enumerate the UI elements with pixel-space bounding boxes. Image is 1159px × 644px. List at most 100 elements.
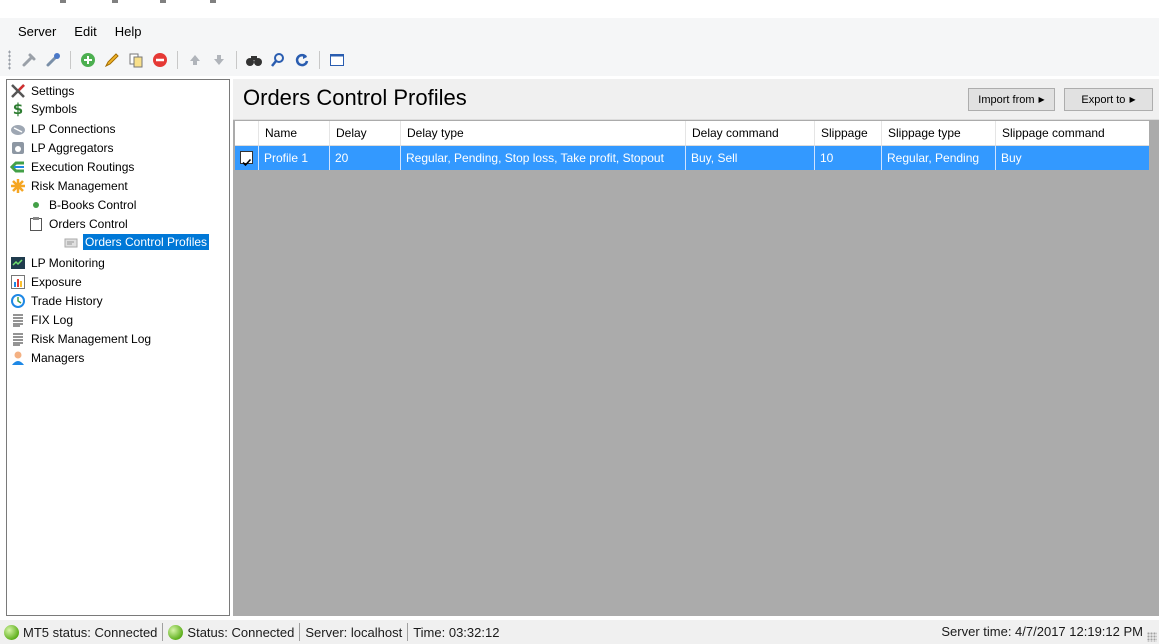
tree-label: Risk Management Log <box>31 332 152 346</box>
menu-help[interactable]: Help <box>115 24 142 39</box>
cell-slippage-type[interactable]: Regular, Pending <box>882 146 996 170</box>
settings-icon <box>10 83 26 99</box>
clipboard-icon <box>28 216 44 232</box>
search-icon[interactable] <box>268 50 288 70</box>
move-down-icon[interactable] <box>209 50 229 70</box>
tree-item-lp-aggregators[interactable]: LP Aggregators <box>10 139 116 157</box>
connection-status: Status: Connected <box>187 624 295 640</box>
cell-delay-command[interactable]: Buy, Sell <box>686 146 815 170</box>
tree-label: Settings <box>31 84 75 98</box>
import-from-label: Import from <box>978 93 1035 106</box>
tree-label: Managers <box>31 351 85 365</box>
copy-icon[interactable] <box>126 50 146 70</box>
tree-item-risk-management[interactable]: Risk Management <box>10 177 130 195</box>
menu-bar: Server Edit Help <box>0 18 1159 44</box>
tree-label: LP Monitoring <box>31 256 105 270</box>
menu-edit[interactable]: Edit <box>74 24 96 39</box>
cell-name[interactable]: Profile 1 <box>259 146 330 170</box>
tree-item-lp-connections[interactable]: LP Connections <box>10 120 118 138</box>
resize-grip[interactable] <box>1147 632 1157 642</box>
cell-delay-type[interactable]: Regular, Pending, Stop loss, Take profit… <box>401 146 686 170</box>
window-icon[interactable] <box>327 50 347 70</box>
status-separator <box>162 623 164 641</box>
profiles-grid[interactable]: Name Delay Delay type Delay command Slip… <box>235 121 1149 170</box>
tree-item-lp-monitoring[interactable]: LP Monitoring <box>10 254 107 272</box>
cell-slippage-command[interactable]: Buy <box>996 146 1149 170</box>
tree-item-orders-control-profiles[interactable]: Orders Control Profiles <box>64 233 210 251</box>
panel-header: Orders Control Profiles Import from ▶ Exp… <box>233 79 1159 120</box>
connect-icon[interactable] <box>19 50 39 70</box>
export-to-button[interactable]: Export to ▶ <box>1064 88 1153 111</box>
tree-item-orders-control[interactable]: Orders Control <box>28 215 130 233</box>
risk-icon <box>10 178 26 194</box>
tree-label: Risk Management <box>31 179 128 193</box>
export-to-label: Export to <box>1081 93 1126 106</box>
chart-icon <box>10 274 26 290</box>
tree-item-execution-routings[interactable]: Execution Routings <box>10 158 136 176</box>
add-icon[interactable] <box>78 50 98 70</box>
profile-icon <box>64 234 80 250</box>
connection-status-led-icon <box>168 624 184 640</box>
tree-item-settings[interactable]: Settings <box>10 82 76 100</box>
import-from-button[interactable]: Import from ▶ <box>968 88 1055 111</box>
column-header-slippage[interactable]: Slippage <box>815 121 882 145</box>
routing-icon <box>10 159 26 175</box>
delete-icon[interactable] <box>150 50 170 70</box>
move-up-icon[interactable] <box>185 50 205 70</box>
tree-item-fix-log[interactable]: FIX Log <box>10 311 75 329</box>
chevron-right-icon: ▶ <box>1038 95 1045 104</box>
table-row[interactable]: Profile 1 20 Regular, Pending, Stop loss… <box>235 146 1149 170</box>
mt5-status: MT5 status: Connected <box>23 624 158 640</box>
tree-item-risk-management-log[interactable]: Risk Management Log <box>10 330 153 348</box>
find-icon[interactable] <box>244 50 264 70</box>
tree-item-exposure[interactable]: Exposure <box>10 273 84 291</box>
row-checkbox[interactable] <box>240 151 253 167</box>
log-icon <box>10 331 26 347</box>
tree-label: Execution Routings <box>31 160 135 174</box>
edit-icon[interactable] <box>102 50 122 70</box>
column-header-slippage-command[interactable]: Slippage command <box>996 121 1149 145</box>
navigation-tree[interactable]: Settings $ Symbols LP Connections LP Agg… <box>6 79 230 616</box>
connection-icon <box>10 121 26 137</box>
column-header-delay-command[interactable]: Delay command <box>686 121 815 145</box>
tree-item-symbols[interactable]: $ Symbols <box>10 100 79 118</box>
dot-icon <box>28 197 44 213</box>
status-separator <box>407 623 409 641</box>
cell-delay[interactable]: 20 <box>330 146 401 170</box>
tree-item-b-books-control[interactable]: B-Books Control <box>28 196 138 214</box>
tree-label: Trade History <box>31 294 103 308</box>
log-icon <box>10 312 26 328</box>
server-time: Server time: 4/7/2017 12:19:12 PM <box>941 624 1143 639</box>
disconnect-icon[interactable] <box>43 50 63 70</box>
column-header-check[interactable] <box>235 121 259 145</box>
title-strip <box>0 0 1159 18</box>
tree-label: LP Connections <box>31 122 116 136</box>
column-header-slippage-type[interactable]: Slippage type <box>882 121 996 145</box>
toolbar-separator <box>177 51 178 69</box>
tree-item-managers[interactable]: Managers <box>10 349 86 367</box>
time-status: Time: 03:32:12 <box>413 624 500 640</box>
toolbar-separator <box>236 51 237 69</box>
toolbar <box>0 44 1159 76</box>
menu-server[interactable]: Server <box>18 24 56 39</box>
column-header-name[interactable]: Name <box>259 121 330 145</box>
column-header-delay[interactable]: Delay <box>330 121 401 145</box>
toolbar-grip[interactable] <box>8 50 11 70</box>
checkmark-icon <box>242 158 252 167</box>
tree-label: Symbols <box>31 102 78 116</box>
tree-label: Orders Control <box>49 217 128 231</box>
server-status: Server: localhost <box>305 624 403 640</box>
tree-label: Orders Control Profiles <box>83 234 210 250</box>
dollar-icon: $ <box>12 100 24 118</box>
column-header-delay-type[interactable]: Delay type <box>401 121 686 145</box>
status-bar: MT5 status: Connected Status: Connected … <box>0 620 1159 644</box>
refresh-icon[interactable] <box>292 50 312 70</box>
row-check-cell[interactable] <box>235 146 259 170</box>
cell-slippage[interactable]: 10 <box>815 146 882 170</box>
tree-item-trade-history[interactable]: Trade History <box>10 292 105 310</box>
main-panel: Orders Control Profiles Import from ▶ Exp… <box>233 79 1159 616</box>
tree-label: Exposure <box>31 275 82 289</box>
tree-label: LP Aggregators <box>31 141 114 155</box>
chevron-right-icon: ▶ <box>1129 95 1136 104</box>
tree-label: FIX Log <box>31 313 74 327</box>
